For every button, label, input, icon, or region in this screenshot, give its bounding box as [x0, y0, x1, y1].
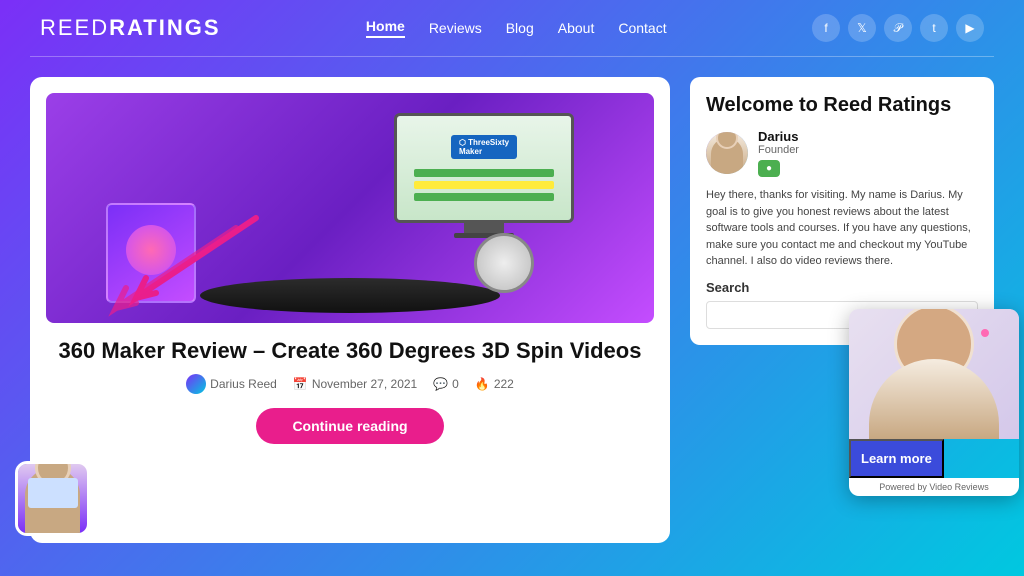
main-nav: Home Reviews Blog About Contact: [366, 18, 667, 38]
pinterest-icon[interactable]: 𝒫: [884, 14, 912, 42]
author-row: Darius Founder ●: [706, 129, 978, 177]
video-preview-area: [849, 309, 1019, 439]
nav-reviews[interactable]: Reviews: [429, 20, 482, 36]
facebook-icon[interactable]: f: [812, 14, 840, 42]
search-label: Search: [706, 280, 978, 295]
date-meta: 📅 November 27, 2021: [293, 377, 417, 391]
progress-bar-2: [414, 181, 553, 189]
screen-content: ⬡ ThreeSixtyMaker: [397, 116, 571, 220]
author-role: Founder: [758, 144, 799, 156]
article-hero-image: ⬡ ThreeSixtyMaker: [46, 93, 654, 323]
progress-bar-3: [414, 193, 553, 201]
fire-icon: 🔥: [475, 377, 490, 391]
author-avatar: [706, 132, 748, 174]
author-name: Darius Reed: [210, 377, 277, 391]
monitor-display: ⬡ ThreeSixtyMaker: [394, 113, 574, 243]
author-display-name: Darius: [758, 129, 799, 144]
nav-home[interactable]: Home: [366, 18, 405, 38]
article-card: ⬡ ThreeSixtyMaker 360 Maker Rev: [30, 77, 670, 543]
welcome-description: Hey there, thanks for visiting. My name …: [706, 187, 978, 270]
calendar-icon: 📅: [293, 377, 308, 391]
progress-bar-1: [414, 169, 553, 177]
author-info: Darius Founder ●: [758, 129, 799, 177]
youtube-icon[interactable]: ▶: [956, 14, 984, 42]
comment-count: 0: [452, 377, 459, 391]
tumblr-icon[interactable]: t: [920, 14, 948, 42]
monitor-screen: ⬡ ThreeSixtyMaker: [394, 113, 574, 223]
article-meta: Darius Reed 📅 November 27, 2021 💬 0 🔥 22…: [46, 374, 654, 394]
social-icons-group: f 𝕏 𝒫 t ▶: [812, 14, 984, 42]
twitter-icon[interactable]: 𝕏: [848, 14, 876, 42]
welcome-card: Welcome to Reed Ratings Darius Founder ●…: [690, 77, 994, 345]
video-reviews-widget: Learn more Powered by Video Reviews: [849, 309, 1019, 496]
views-meta: 🔥 222: [475, 377, 514, 391]
article-title: 360 Maker Review – Create 360 Degrees 3D…: [46, 337, 654, 366]
comments-meta: 💬 0: [433, 377, 459, 391]
nav-contact[interactable]: Contact: [618, 20, 666, 36]
header: ReedRatings Home Reviews Blog About Cont…: [0, 0, 1024, 56]
view-count: 222: [494, 377, 514, 391]
comment-icon: 💬: [433, 377, 448, 391]
site-logo[interactable]: ReedRatings: [40, 15, 221, 41]
bottom-left-avatar: [15, 461, 90, 536]
monitor-stand: [464, 223, 504, 233]
powered-by-label: Powered by Video Reviews: [849, 478, 1019, 496]
screen-brand-label: ⬡ ThreeSixtyMaker: [451, 135, 517, 159]
avatar-person-image: [18, 464, 87, 533]
welcome-title: Welcome to Reed Ratings: [706, 93, 978, 117]
nav-blog[interactable]: Blog: [506, 20, 534, 36]
product-box: [106, 203, 196, 303]
camera-360: [474, 233, 534, 293]
author-avatar-small: [186, 374, 206, 394]
nav-about[interactable]: About: [558, 20, 595, 36]
author-follow-button[interactable]: ●: [758, 160, 780, 177]
display-platform: [200, 278, 500, 313]
author-meta: Darius Reed: [186, 374, 277, 394]
article-date: November 27, 2021: [312, 377, 417, 391]
continue-reading-button[interactable]: Continue reading: [256, 408, 443, 444]
learn-more-button[interactable]: Learn more: [849, 439, 944, 478]
